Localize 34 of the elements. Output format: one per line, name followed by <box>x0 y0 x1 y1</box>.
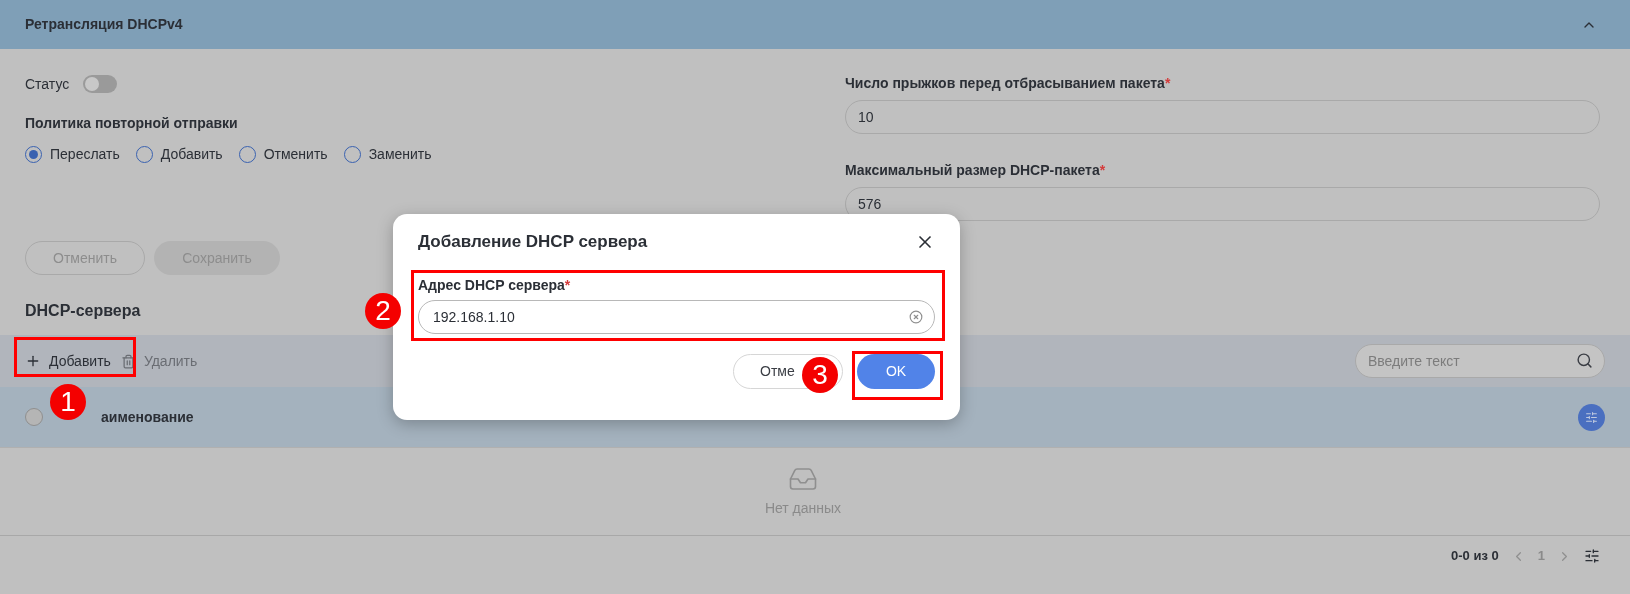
plus-icon <box>25 353 41 369</box>
number-field[interactable]: 10 <box>845 100 1600 134</box>
search-field[interactable]: Введите текст <box>1355 344 1605 378</box>
column-header: аименование <box>101 407 194 427</box>
radio-option[interactable]: Переслать <box>25 144 120 165</box>
number-field[interactable]: 576 <box>845 187 1600 221</box>
select-all-checkbox[interactable] <box>25 408 43 426</box>
radio-option[interactable]: Заменить <box>343 144 432 165</box>
status-label: Статус <box>25 74 70 94</box>
dialog-title: Добавление DHCP сервера <box>418 231 648 253</box>
trash-icon <box>120 353 136 369</box>
sliders-icon <box>1585 410 1598 424</box>
address-field[interactable]: 192.168.1.10 <box>418 299 935 334</box>
required-mark: * <box>1164 74 1171 93</box>
clear-icon[interactable] <box>909 309 923 324</box>
pagination-range: 0-0 из 0 <box>1451 547 1499 566</box>
status-toggle[interactable] <box>83 75 118 93</box>
radio-option[interactable]: Отменить <box>238 144 328 165</box>
policy-label: Политика повторной отправки <box>25 114 239 133</box>
radio-option[interactable]: Добавить <box>135 144 223 165</box>
settings-icon[interactable] <box>1584 548 1600 564</box>
required-mark: * <box>1099 161 1106 180</box>
section-header[interactable]: Ретрансляция DHCPv4 <box>0 0 1630 49</box>
field-label: Максимальный размер DHCP-пакета <box>845 161 1100 180</box>
section-subtitle: DHCP-сервера <box>25 301 141 321</box>
ok-button[interactable]: OK <box>857 353 935 389</box>
field-label: Адрес DHCP сервера <box>418 275 565 295</box>
column-settings-button[interactable] <box>1578 403 1605 431</box>
section-title: Ретрансляция DHCPv4 <box>25 15 183 34</box>
search-icon[interactable] <box>1576 352 1593 369</box>
add-button[interactable]: Добавить <box>25 350 111 372</box>
step-badge: 2 <box>365 293 401 329</box>
field-label: Число прыжков перед отбрасыванием пакета <box>845 74 1165 93</box>
required-mark: * <box>564 275 571 295</box>
